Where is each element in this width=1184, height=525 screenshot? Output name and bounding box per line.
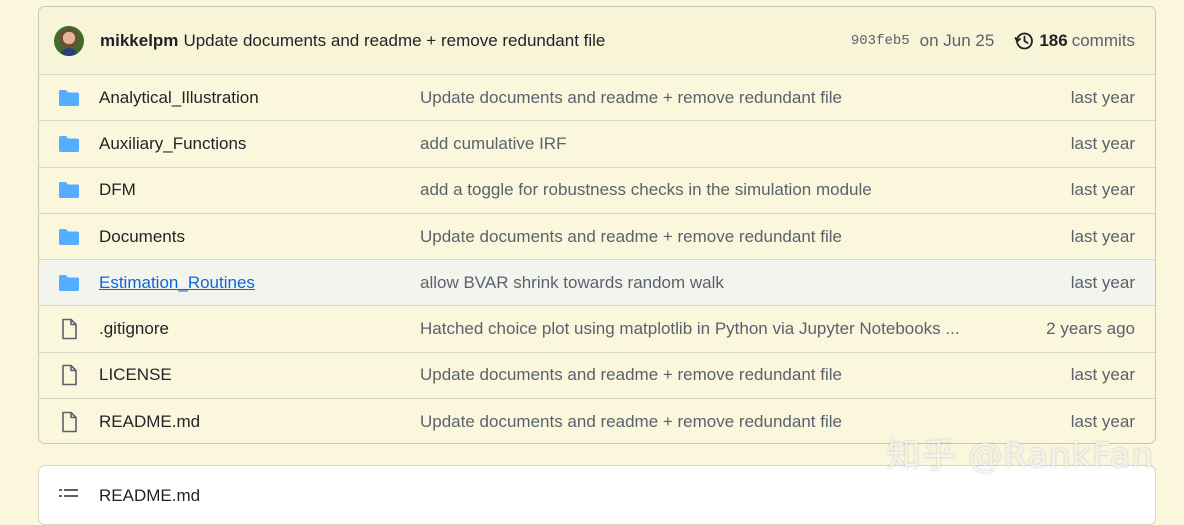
file-icon	[58, 411, 80, 433]
file-commit-message[interactable]: allow BVAR shrink towards random walk	[420, 273, 990, 293]
file-commit-date: last year	[1070, 133, 1135, 153]
file-commit-message[interactable]: add cumulative IRF	[420, 134, 990, 154]
file-name-link[interactable]: Documents	[99, 227, 420, 247]
file-commit-date: last year	[1070, 180, 1135, 200]
file-commit-date: last year	[1070, 87, 1135, 107]
file-icon	[58, 364, 80, 386]
commit-label: commits	[1071, 30, 1135, 50]
file-commit-message[interactable]: Update documents and readme + remove red…	[420, 227, 990, 247]
commits-link[interactable]: 186 commits	[1014, 31, 1135, 51]
commit-message[interactable]: Update documents and readme + remove red…	[183, 31, 605, 51]
file-commit-date: last year	[1070, 226, 1135, 246]
commit-date: on Jun 25	[919, 30, 995, 50]
file-commit-message[interactable]: add a toggle for robustness checks in th…	[420, 180, 990, 200]
folder-icon	[58, 87, 80, 109]
folder-icon	[58, 272, 80, 294]
folder-icon	[58, 179, 80, 201]
file-commit-message[interactable]: Update documents and readme + remove red…	[420, 365, 990, 385]
file-name-link[interactable]: .gitignore	[99, 319, 420, 339]
file-name-link[interactable]: Auxiliary_Functions	[99, 134, 420, 154]
file-name-link[interactable]: README.md	[99, 412, 420, 432]
file-row[interactable]: Estimation_Routines allow BVAR shrink tow…	[39, 260, 1155, 307]
file-row[interactable]: LICENSE Update documents and readme + rem…	[39, 353, 1155, 400]
file-commit-message[interactable]: Hatched choice plot using matplotlib in …	[420, 319, 990, 339]
file-row[interactable]: Auxiliary_Functions add cumulative IRF las…	[39, 121, 1155, 168]
file-icon	[58, 318, 80, 340]
commit-count: 186	[1039, 30, 1068, 50]
file-name-link[interactable]: Analytical_Illustration	[99, 88, 420, 108]
commit-sha[interactable]: 903feb5	[851, 33, 910, 49]
file-row[interactable]: Analytical_Illustration Update documents …	[39, 75, 1155, 122]
folder-icon	[58, 226, 80, 248]
file-browser: mikkelpm Update documents and readme + r…	[38, 6, 1156, 444]
commit-author[interactable]: mikkelpm	[100, 31, 178, 51]
file-name-link[interactable]: DFM	[99, 180, 420, 200]
history-icon	[1014, 32, 1034, 49]
file-row[interactable]: Documents Update documents and readme + r…	[39, 214, 1155, 261]
file-row[interactable]: DFM add a toggle for robustness checks in…	[39, 168, 1155, 214]
file-commit-message[interactable]: Update documents and readme + remove red…	[420, 88, 990, 108]
watermark: 知乎 @RankFan	[886, 436, 1154, 476]
file-commit-date: last year	[1070, 272, 1135, 292]
list-icon[interactable]	[59, 488, 79, 504]
author-avatar[interactable]	[54, 25, 84, 56]
file-row[interactable]: .gitignore Hatched choice plot using matp…	[39, 306, 1155, 353]
folder-icon	[58, 133, 80, 155]
file-commit-date: 2 years ago	[1046, 319, 1135, 339]
file-list: Analytical_Illustration Update documents …	[39, 75, 1155, 443]
file-commit-date: last year	[1070, 365, 1135, 385]
file-name-link[interactable]: LICENSE	[99, 365, 420, 385]
file-name-link[interactable]: Estimation_Routines	[99, 273, 420, 293]
latest-commit-bar: mikkelpm Update documents and readme + r…	[39, 7, 1155, 75]
readme-title: README.md	[99, 486, 201, 505]
